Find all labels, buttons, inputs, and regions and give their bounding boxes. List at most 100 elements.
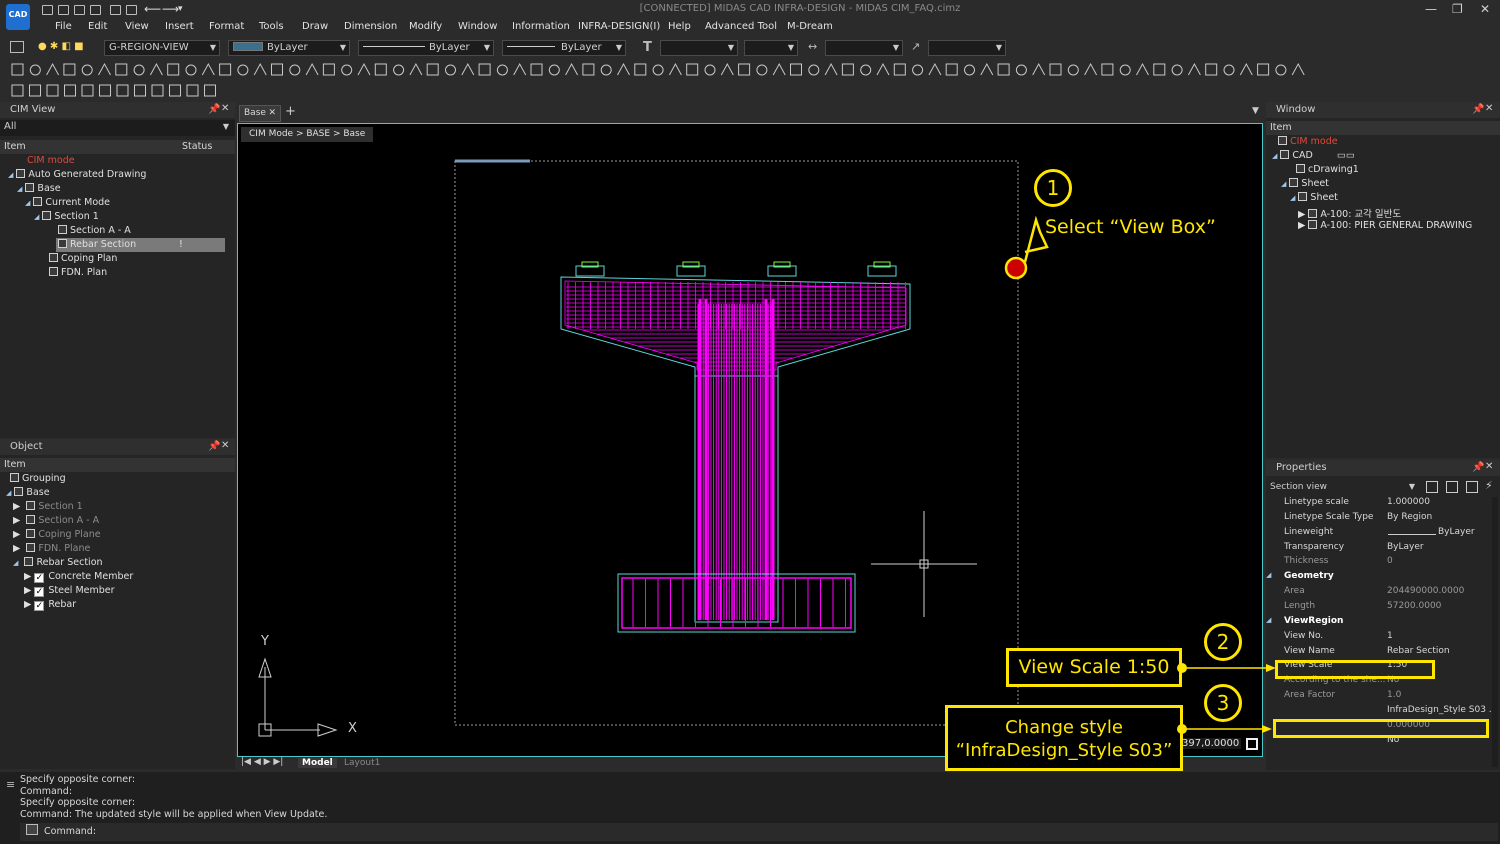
expand-arrow-icon[interactable]: ◢ [25, 199, 30, 207]
text-style-icon[interactable]: T [643, 40, 652, 55]
menu-draw[interactable]: Draw [302, 21, 328, 32]
obj-base[interactable]: ◢ Base [6, 487, 50, 498]
tool-icon[interactable] [1015, 64, 1027, 76]
tool-icon[interactable] [151, 84, 164, 97]
win-cim-mode[interactable]: CIM mode [1278, 136, 1338, 147]
tree-section-1[interactable]: ◢ Section 1 [34, 211, 99, 222]
tool-icon[interactable] [928, 62, 942, 76]
tool-icon[interactable] [668, 62, 682, 76]
select-objects-icon[interactable] [1446, 481, 1458, 493]
tool-icon[interactable] [530, 63, 543, 76]
tool-icon[interactable] [841, 63, 854, 76]
tool-icon[interactable] [756, 64, 768, 76]
close-icon[interactable]: ✕ [268, 106, 276, 121]
expand-arrow-icon[interactable]: ▶ [13, 515, 20, 526]
property-row[interactable]: Length 57200.0000 [1266, 601, 1488, 615]
tab-layout1[interactable]: Layout1 [344, 758, 380, 768]
properties-selector[interactable]: Section view ▼ [1266, 480, 1418, 496]
tool-icon[interactable] [1101, 63, 1114, 76]
restore-icon[interactable]: ❐ [1452, 2, 1463, 16]
expand-arrow-icon[interactable]: ◢ [1281, 180, 1286, 188]
menu-dimension[interactable]: Dimension [344, 21, 397, 32]
tool-icon[interactable] [374, 63, 387, 76]
tool-icon[interactable] [1032, 62, 1046, 76]
minimize-icon[interactable]: — [1425, 2, 1437, 16]
tool-icon[interactable] [445, 64, 456, 76]
qat-dropdown-icon[interactable]: ▾ [178, 4, 183, 14]
collapse-arrow-icon[interactable]: ◢ [1266, 616, 1271, 624]
window-state-icons[interactable]: ▭▭ [1337, 150, 1355, 161]
tool-icon[interactable] [271, 63, 283, 76]
obj-rebar-section[interactable]: ◢ Rebar Section [13, 557, 103, 568]
tool-icon[interactable] [81, 64, 93, 76]
tool-icon[interactable] [617, 62, 630, 76]
expand-arrow-icon[interactable]: ◢ [1290, 194, 1295, 202]
layer-combo[interactable]: G-REGION-VIEW ▼ [104, 40, 220, 56]
multileader-combo[interactable]: ▼ [928, 40, 1006, 56]
tree-base[interactable]: ◢ Base [17, 183, 61, 194]
tool-icon[interactable] [357, 62, 371, 76]
cim-view-filter[interactable]: All ▼ [0, 120, 235, 136]
tool-icon[interactable] [341, 64, 353, 76]
dim-style-combo[interactable]: ▼ [825, 40, 903, 56]
win-cad[interactable]: ◢ CAD ▭▭ [1272, 150, 1355, 161]
tree-rebar-section-selected[interactable]: Rebar Section! [56, 238, 225, 252]
menu-modify[interactable]: Modify [409, 21, 442, 32]
layer-manager-icon[interactable] [10, 41, 24, 53]
tool-icon[interactable] [29, 84, 41, 97]
tool-icon[interactable] [565, 62, 579, 76]
tool-icon[interactable] [426, 63, 439, 76]
tool-icon[interactable] [1049, 63, 1062, 76]
obj-rebar[interactable]: ▶ ✓ Rebar [24, 599, 76, 611]
expand-arrow-icon[interactable]: ▶ [1298, 209, 1305, 220]
tool-icon[interactable] [29, 64, 41, 76]
close-icon[interactable]: ✕ [1485, 103, 1493, 114]
property-row[interactable]: View No. 1 [1266, 631, 1488, 645]
tool-icon[interactable] [600, 64, 612, 76]
tool-icon[interactable] [253, 62, 267, 76]
tool-icon[interactable] [289, 64, 301, 76]
tool-icon[interactable] [1171, 64, 1183, 76]
obj-concrete-member[interactable]: ▶ ✓ Concrete Member [24, 571, 133, 583]
tool-icon[interactable] [11, 84, 24, 97]
pin-icon[interactable]: 📌 [208, 104, 220, 115]
tool-icon[interactable] [860, 64, 872, 76]
win-sheet-folder[interactable]: ◢ Sheet [1281, 178, 1329, 189]
expand-arrow-icon[interactable]: ◢ [8, 171, 13, 179]
tab-base[interactable]: Base ✕ [239, 105, 281, 122]
tool-icon[interactable] [81, 84, 94, 97]
expand-arrow-icon[interactable]: ◢ [13, 559, 18, 567]
tool-icon[interactable] [513, 62, 527, 76]
menu-window[interactable]: Window [458, 21, 497, 32]
close-icon[interactable]: ✕ [221, 103, 229, 114]
tool-icon[interactable] [1119, 64, 1131, 76]
redo-icon[interactable]: ⟶ [162, 2, 179, 16]
tool-icon[interactable] [876, 62, 890, 76]
obj-fdn-plane[interactable]: ▶ FDN. Plane [13, 543, 90, 554]
tool-icon[interactable] [115, 63, 128, 76]
property-value[interactable]: 0 [1387, 556, 1393, 566]
tool-icon[interactable] [149, 62, 163, 76]
win-a100-korean[interactable]: ▶ A-100: 교각 일반도 [1298, 206, 1401, 220]
tool-icon[interactable] [893, 63, 906, 76]
close-icon[interactable]: ✕ [1480, 2, 1490, 16]
tool-icon[interactable] [204, 84, 216, 97]
menu-m-dream[interactable]: M-Dream [787, 21, 833, 32]
property-row[interactable]: Linetype scale 1.000000 [1266, 497, 1488, 511]
menu-format[interactable]: Format [209, 21, 244, 32]
dim-style-icon[interactable]: ↔ [808, 40, 817, 53]
add-tab-icon[interactable]: + [285, 104, 296, 119]
tool-icon[interactable] [11, 63, 24, 76]
tool-icon[interactable] [1275, 64, 1287, 76]
tree-coping-plan[interactable]: Coping Plan [49, 253, 117, 264]
tool-icon[interactable] [305, 62, 319, 76]
tool-icon[interactable] [186, 84, 199, 97]
tool-icon[interactable] [496, 64, 508, 76]
pin-icon[interactable]: 📌 [208, 441, 220, 452]
expand-arrow-icon[interactable]: ▶ [13, 529, 20, 540]
tabs-dropdown-icon[interactable]: ▼ [1252, 106, 1259, 116]
pin-icon[interactable]: 📌 [1472, 104, 1484, 115]
expand-arrow-icon[interactable]: ◢ [1272, 152, 1277, 160]
obj-steel-member[interactable]: ▶ ✓ Steel Member [24, 585, 115, 597]
tool-icon[interactable] [980, 62, 994, 76]
